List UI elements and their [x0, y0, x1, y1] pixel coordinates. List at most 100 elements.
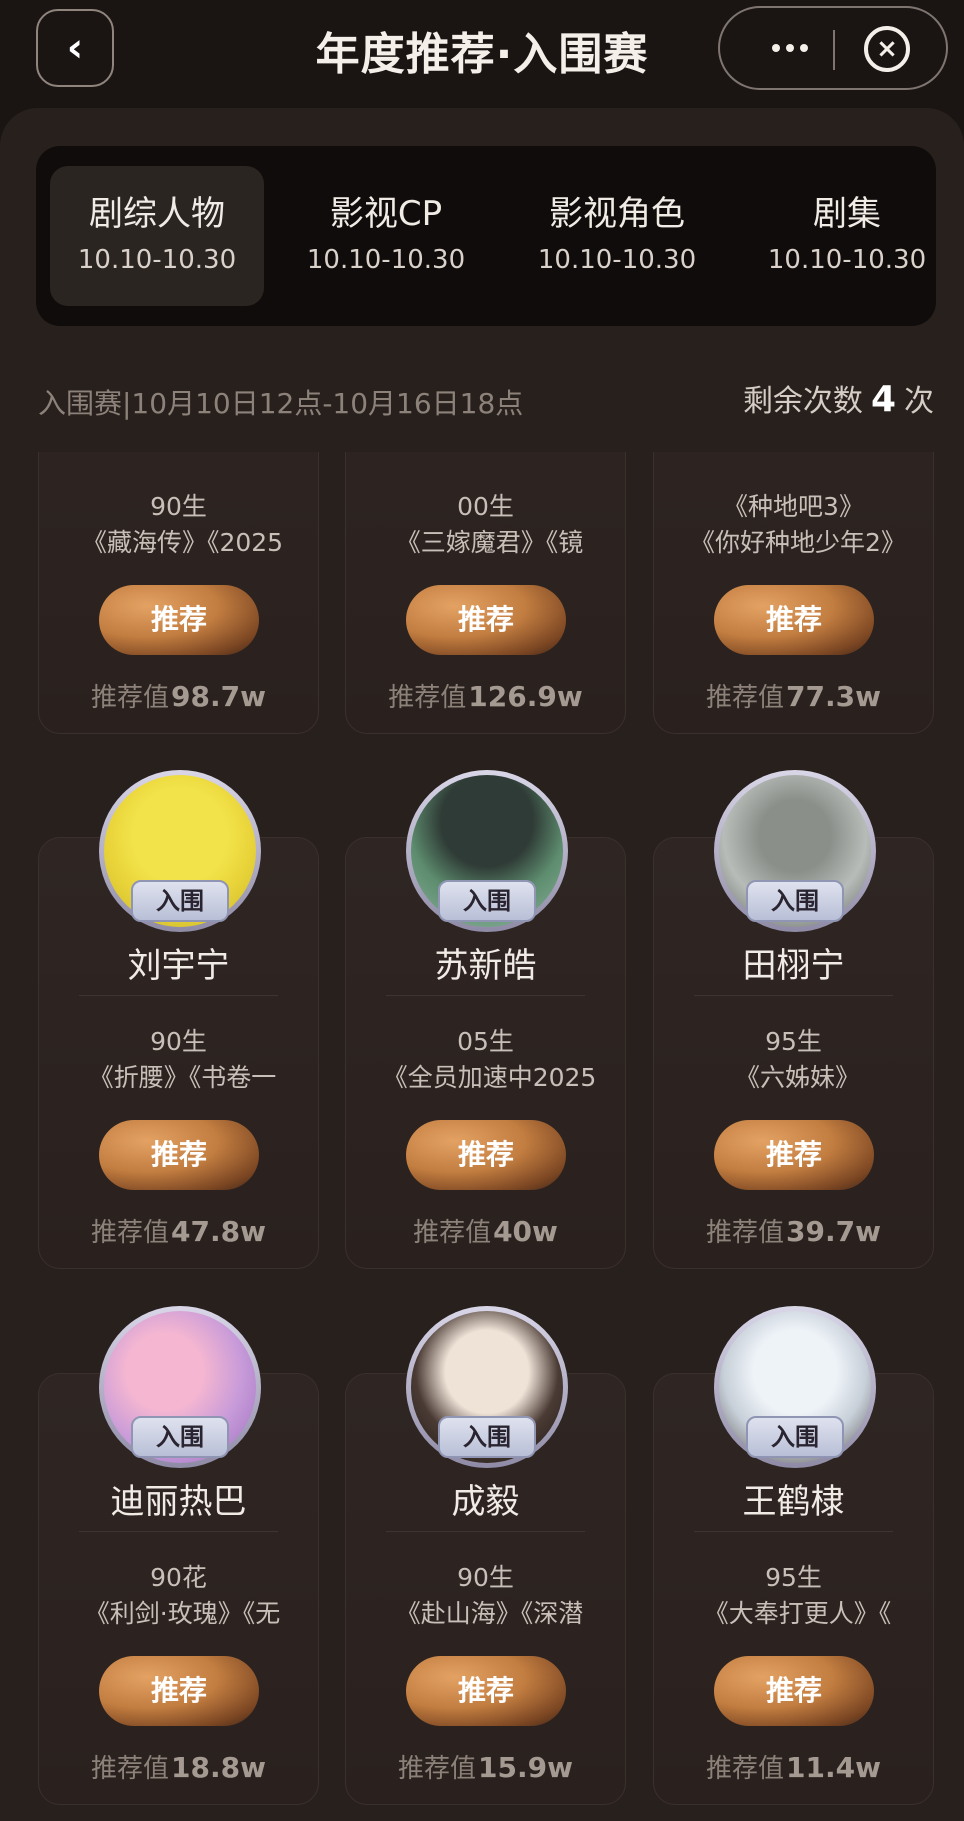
tab-series[interactable]: 剧集 10.10-10.30 [740, 166, 936, 306]
candidate-card: 90生 《藏海传》《2025 推荐 推荐值98.7w [38, 452, 319, 734]
tab-date: 10.10-10.30 [306, 245, 466, 275]
card-works: 《大奉打更人》《 [703, 1599, 892, 1628]
recommend-value-number: 98.7w [171, 680, 266, 713]
tab-label: 影视角色 [549, 194, 685, 234]
finalist-badge: 入围 [438, 880, 536, 922]
divider [79, 1531, 278, 1532]
candidate-name: 刘宇宁 [127, 946, 230, 986]
candidate-name: 田栩宁 [742, 946, 845, 986]
recommend-value-number: 18.8w [171, 1751, 266, 1784]
recommend-value-label: 推荐值 [706, 1218, 785, 1248]
recommend-value-number: 126.9w [468, 680, 583, 713]
recommend-button[interactable]: 推荐 [406, 1656, 566, 1726]
recommend-value-label: 推荐值 [91, 1754, 170, 1784]
candidate-card: 00生 《三嫁魔君》《镜 推荐 推荐值126.9w [345, 452, 626, 734]
tab-film-role[interactable]: 影视角色 10.10-10.30 [510, 166, 724, 306]
candidate-card: 入围 王鹤棣 95生 《大奉打更人》《 推荐 推荐值11.4w [653, 1306, 934, 1805]
recommend-value-label: 推荐值 [91, 1218, 170, 1248]
finalist-badge: 入围 [131, 1416, 229, 1458]
tab-drama-people[interactable]: 剧综人物 10.10-10.30 [50, 166, 264, 306]
mini-program-capsule: × [718, 6, 948, 90]
tab-date: 10.10-10.30 [767, 245, 927, 275]
recommend-value: 推荐值98.7w [39, 677, 318, 714]
candidate-name: 王鹤棣 [742, 1482, 845, 1522]
remaining-count: 4 [870, 379, 896, 420]
tab-date: 10.10-10.30 [77, 245, 237, 275]
card-works: 《你好种地少年2》 [690, 528, 905, 557]
main-panel: 剧综人物 10.10-10.30 影视CP 10.10-10.30 影视角色 1… [0, 108, 964, 1821]
remaining-label: 剩余次数 [742, 384, 863, 419]
divider [386, 1531, 585, 1532]
recommend-value-number: 77.3w [786, 680, 881, 713]
recommend-button[interactable]: 推荐 [714, 585, 874, 655]
recommend-button[interactable]: 推荐 [406, 585, 566, 655]
finalist-badge: 入围 [438, 1416, 536, 1458]
finalist-badge: 入围 [746, 1416, 844, 1458]
tab-label: 剧集 [813, 194, 881, 234]
recommend-button[interactable]: 推荐 [99, 1120, 259, 1190]
recommend-value: 推荐值126.9w [346, 677, 625, 714]
more-dots-icon [772, 44, 780, 52]
divider [386, 995, 585, 996]
recommend-button[interactable]: 推荐 [99, 1656, 259, 1726]
recommend-value-number: 11.4w [786, 1751, 881, 1784]
card-works: 《赴山海》《深潜 [395, 1599, 584, 1628]
card-works: 《三嫁魔君》《镜 [395, 528, 584, 557]
recommend-value-label: 推荐值 [413, 1218, 492, 1248]
finalist-badge: 入围 [131, 880, 229, 922]
card-generation: 00生 [457, 492, 514, 521]
recommend-value-number: 15.9w [478, 1751, 573, 1784]
tab-label: 剧综人物 [89, 194, 225, 234]
more-dot [800, 44, 808, 52]
remaining-unit: 次 [904, 384, 934, 419]
recommend-value: 推荐值77.3w [654, 677, 933, 714]
recommend-button[interactable]: 推荐 [714, 1120, 874, 1190]
recommend-value-label: 推荐值 [388, 683, 467, 713]
app-root: ‹ 年度推荐·入围赛 × 剧综人物 10.10-10.30 影视CP 10.10… [0, 0, 964, 1821]
finalist-badge: 入围 [746, 880, 844, 922]
card-generation: 95生 [765, 1027, 822, 1056]
candidate-card: 入围 苏新皓 05生 《全员加速中2025 推荐 推荐值40w [345, 770, 626, 1269]
recommend-value-label: 推荐值 [398, 1754, 477, 1784]
close-icon: × [876, 34, 898, 64]
recommend-value: 推荐值40w [346, 1212, 625, 1249]
recommend-value-number: 39.7w [786, 1215, 881, 1248]
card-works: 《全员加速中2025 [382, 1063, 597, 1092]
card-works-line1: 《种地吧3》 [723, 492, 864, 521]
card-generation: 90生 [150, 492, 207, 521]
more-dot [786, 44, 794, 52]
recommend-value-label: 推荐值 [706, 683, 785, 713]
recommend-value-label: 推荐值 [91, 683, 170, 713]
recommend-value-number: 40w [493, 1215, 558, 1248]
candidate-name: 成毅 [451, 1482, 520, 1522]
divider [694, 1531, 893, 1532]
recommend-value: 推荐值11.4w [654, 1748, 933, 1785]
recommend-value-label: 推荐值 [706, 1754, 785, 1784]
recommend-value-number: 47.8w [171, 1215, 266, 1248]
recommend-value: 推荐值18.8w [39, 1748, 318, 1785]
recommend-value: 推荐值15.9w [346, 1748, 625, 1785]
top-bar: ‹ 年度推荐·入围赛 × [0, 0, 964, 100]
tab-label: 影视CP [329, 194, 443, 234]
remaining-votes: 剩余次数 4 次 [743, 376, 934, 420]
category-tabs: 剧综人物 10.10-10.30 影视CP 10.10-10.30 影视角色 1… [36, 146, 936, 326]
capsule-divider [833, 30, 835, 70]
tab-film-cp[interactable]: 影视CP 10.10-10.30 [279, 166, 493, 306]
recommend-button[interactable]: 推荐 [406, 1120, 566, 1190]
recommend-button[interactable]: 推荐 [714, 1656, 874, 1726]
recommend-button[interactable]: 推荐 [99, 585, 259, 655]
recommend-value: 推荐值47.8w [39, 1212, 318, 1249]
card-generation: 90花 [150, 1563, 207, 1592]
close-button[interactable]: × [864, 26, 910, 72]
candidate-card: 《种地吧3》 《你好种地少年2》 推荐 推荐值77.3w [653, 452, 934, 734]
more-button[interactable] [760, 26, 820, 70]
card-works: 《利剑·玫瑰》《无 [84, 1599, 281, 1628]
candidate-card: 入围 田栩宁 95生 《六姊妹》 推荐 推荐值39.7w [653, 770, 934, 1269]
divider [79, 995, 278, 996]
card-generation: 05生 [457, 1027, 514, 1056]
candidate-card: 入围 成毅 90生 《赴山海》《深潜 推荐 推荐值15.9w [345, 1306, 626, 1805]
candidate-card: 入围 迪丽热巴 90花 《利剑·玫瑰》《无 推荐 推荐值18.8w [38, 1306, 319, 1805]
card-generation: 90生 [150, 1027, 207, 1056]
divider [694, 995, 893, 996]
candidate-grid: 90生 《藏海传》《2025 推荐 推荐值98.7w 00生 《三嫁魔君》《镜 … [0, 452, 964, 1821]
